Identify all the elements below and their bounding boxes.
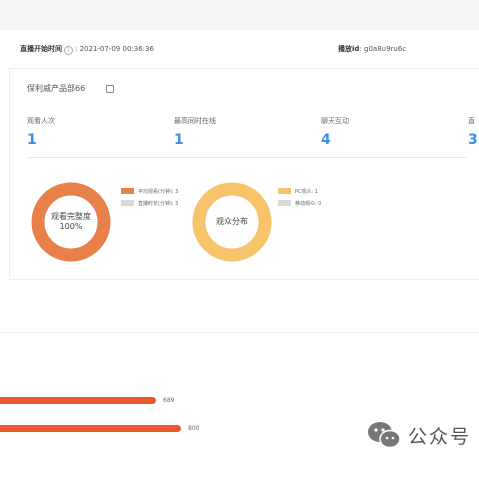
legend-swatch xyxy=(121,200,134,206)
stat-value: 1 xyxy=(27,132,37,148)
completion-title: 观看完整度 xyxy=(51,212,91,221)
legend-label: 移动观众: 0 xyxy=(295,200,322,207)
stat-label: 直 xyxy=(468,117,475,125)
stat-peak-online: 最高同时在线 1 xyxy=(174,116,216,148)
live-start-value: : 2021-07-09 00:36:36 xyxy=(75,45,154,53)
play-id-label: 播放id xyxy=(338,45,360,53)
stat-value: 1 xyxy=(174,132,184,148)
section-divider xyxy=(0,332,479,333)
completion-center: 观看完整度 100% xyxy=(31,182,111,262)
legend-label: 平均观看(分钟): 3 xyxy=(138,188,179,195)
legend-swatch xyxy=(278,200,291,206)
stat-live: 直 3 xyxy=(468,116,478,148)
legend-label: 直播时长(分钟): 3 xyxy=(138,200,179,207)
bar-value-label: 689 xyxy=(163,397,175,404)
watermark-text: 公众号 xyxy=(408,425,472,448)
completion-donut: 观看完整度 100% xyxy=(31,182,111,262)
legend-item: PC观众: 1 xyxy=(278,185,321,197)
legend-item: 直播时长(分钟): 3 xyxy=(121,197,178,209)
completion-legend: 平均观看(分钟): 3 直播时长(分钟): 3 xyxy=(121,185,178,209)
stat-value: 3 xyxy=(468,132,478,148)
live-start-label: 直播开始时间 xyxy=(20,45,62,53)
stat-label: 观看人次 xyxy=(27,117,55,125)
card-title: 保利威产品部66 xyxy=(27,84,86,93)
legend-item: 平均观看(分钟): 3 xyxy=(121,185,178,197)
stats-card: 保利威产品部66 观看人次 1 最高同时在线 1 聊天互动 4 直 3 观看完整… xyxy=(9,68,479,280)
completion-percent: 100% xyxy=(59,222,83,231)
watermark: 公众号 xyxy=(366,420,471,450)
legend-swatch xyxy=(278,188,291,194)
bar-1 xyxy=(0,425,181,432)
play-id-value: : g0a8u9ru6c xyxy=(359,45,407,53)
bar-value-label: 800 xyxy=(188,425,200,432)
live-start-time: 直播开始时间 i: 2021-07-09 00:36:36 xyxy=(20,44,154,55)
legend-swatch xyxy=(121,188,134,194)
info-icon[interactable]: i xyxy=(64,46,73,55)
bar-0 xyxy=(0,397,156,404)
wechat-icon xyxy=(368,422,401,449)
play-id: 播放id: g0a8u9ru6c xyxy=(338,44,406,54)
stat-label: 聊天互动 xyxy=(321,117,349,125)
edit-icon[interactable] xyxy=(106,85,114,93)
stat-chat: 聊天互动 4 xyxy=(321,116,349,148)
legend-item: 移动观众: 0 xyxy=(278,197,321,209)
stat-value: 4 xyxy=(321,132,331,148)
top-band xyxy=(0,0,479,30)
stat-viewers: 观看人次 1 xyxy=(27,116,55,148)
audience-donut: 观众分布 xyxy=(192,182,272,262)
audience-center: 观众分布 xyxy=(192,182,272,262)
stat-label: 最高同时在线 xyxy=(174,117,216,125)
divider xyxy=(27,157,467,158)
legend-label: PC观众: 1 xyxy=(295,188,318,195)
audience-title: 观众分布 xyxy=(216,217,248,226)
audience-legend: PC观众: 1 移动观众: 0 xyxy=(278,185,321,209)
